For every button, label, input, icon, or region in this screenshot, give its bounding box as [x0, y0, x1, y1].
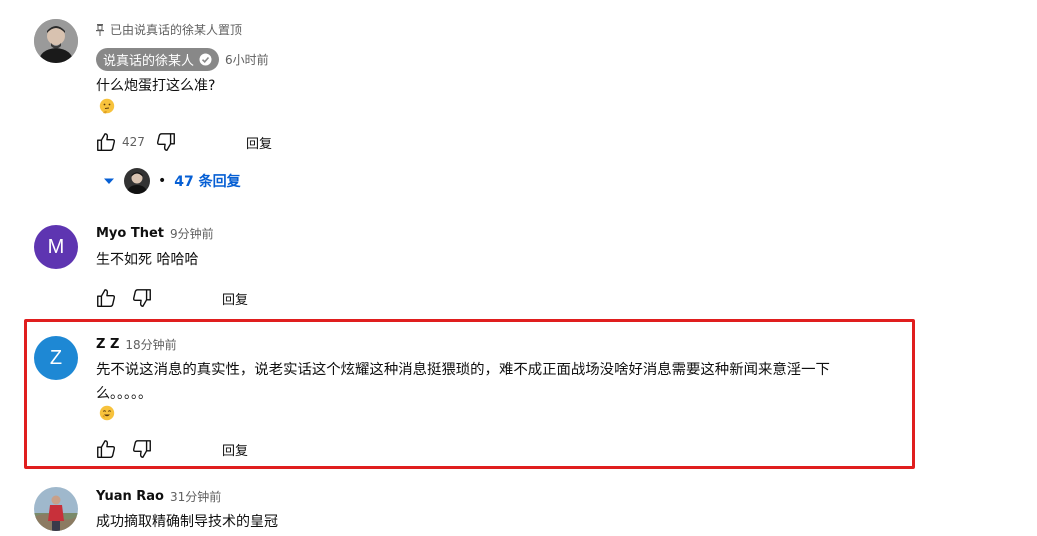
comment-actions: 427 回复 — [94, 130, 272, 154]
thumb-down-icon — [132, 440, 151, 458]
comment-time[interactable]: 31分钟前 — [170, 488, 221, 505]
replies-count: 47 条回复 — [174, 174, 241, 190]
thumb-down-icon — [132, 289, 151, 307]
comment-header: Myo Thet 9分钟前 — [96, 225, 214, 242]
person-photo-icon — [124, 168, 150, 194]
author-avatar-letter[interactable]: Z — [34, 336, 78, 380]
thumb-down-icon — [156, 133, 175, 151]
author-avatar-photo[interactable] — [34, 19, 78, 63]
comment-time[interactable]: 9分钟前 — [170, 225, 214, 242]
comment-actions: 回复 — [94, 437, 248, 461]
comment-header: Yuan Rao 31分钟前 — [96, 488, 221, 505]
comment-time[interactable]: 6小时前 — [225, 51, 269, 68]
view-replies-toggle[interactable]: • 47 条回复 — [102, 168, 241, 194]
thumb-up-icon — [97, 133, 116, 151]
dislike-button[interactable] — [130, 286, 154, 310]
author-name[interactable]: Yuan Rao — [96, 489, 164, 504]
thumb-up-icon — [97, 289, 116, 307]
author-name[interactable]: Myo Thet — [96, 226, 164, 241]
comment-text-line-1: 先不说这消息的真实性，说老实话这个炫耀这种消息挺猥琐的，难不成正面战场没啥好消息… — [96, 362, 830, 378]
author-avatar-letter[interactable]: M — [34, 225, 78, 269]
caret-down-icon — [104, 178, 114, 184]
comment-header: 说真话的徐某人 6小时前 — [96, 48, 269, 71]
avatar-letter: M — [47, 235, 65, 258]
pinned-text: 已由说真话的徐某人置顶 — [110, 23, 243, 37]
comment-actions: 回复 — [94, 286, 248, 310]
comment-text-line-2: 么。。。。。 — [96, 386, 152, 402]
like-count: 427 — [122, 135, 145, 149]
avatar-letter: Z — [49, 346, 63, 369]
pinned-label: 已由说真话的徐某人置顶 — [96, 21, 242, 38]
reply-button[interactable]: 回复 — [222, 440, 248, 459]
verified-check-icon — [199, 53, 212, 66]
dislike-button[interactable] — [130, 437, 154, 461]
grinning-emoji — [99, 405, 115, 421]
author-chip[interactable]: 说真话的徐某人 — [96, 48, 220, 71]
comment-time[interactable]: 18分钟前 — [125, 336, 176, 353]
reply-button[interactable]: 回复 — [246, 133, 272, 152]
comment-header: Z Z 18分钟前 — [96, 336, 177, 353]
comment-text: 什么炮蛋打这么准? — [96, 78, 216, 94]
reply-author-avatar — [124, 168, 150, 194]
comment-text: 生不如死 哈哈哈 — [96, 252, 199, 268]
comments-page: 已由说真话的徐某人置顶 说真话的徐某人 6小时前 什么炮蛋打这么准? 427 回… — [0, 0, 1037, 536]
like-button[interactable] — [94, 286, 118, 310]
comment-text: 成功摘取精确制导技术的皇冠 — [96, 514, 278, 530]
like-button[interactable] — [94, 437, 118, 461]
author-avatar-photo[interactable] — [34, 487, 78, 531]
pin-icon — [96, 23, 104, 36]
person-photo-icon — [34, 19, 78, 63]
person-photo-icon — [34, 487, 78, 531]
author-name: 说真话的徐某人 — [103, 54, 195, 69]
author-name[interactable]: Z Z — [96, 337, 119, 352]
reply-button[interactable]: 回复 — [222, 289, 248, 308]
dislike-button[interactable] — [154, 130, 178, 154]
replies-dot: • — [158, 173, 167, 189]
like-button[interactable] — [94, 130, 118, 154]
thumb-up-icon — [97, 440, 116, 458]
thinking-face-emoji — [99, 98, 115, 114]
